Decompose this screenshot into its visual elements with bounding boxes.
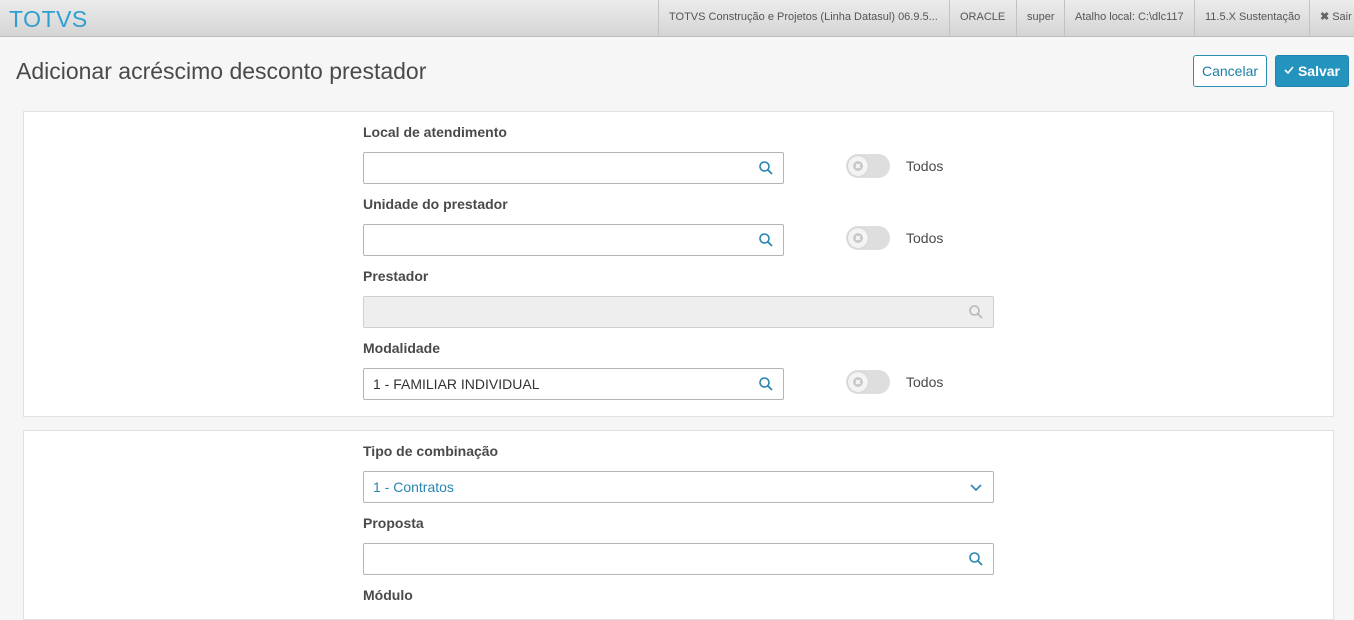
tipo-value: 1 - Contratos xyxy=(373,479,454,495)
exit-label: Sair xyxy=(1332,11,1352,23)
modalidade-value: 1 - FAMILIAR INDIVIDUAL xyxy=(373,376,540,392)
save-label: Salvar xyxy=(1297,63,1341,79)
proposta-input[interactable] xyxy=(363,543,994,575)
x-icon xyxy=(848,156,868,176)
search-icon[interactable] xyxy=(968,551,984,567)
local-input[interactable] xyxy=(363,152,784,184)
search-icon[interactable] xyxy=(758,376,774,392)
modalidade-todos-toggle[interactable] xyxy=(846,370,890,394)
prestador-input xyxy=(363,296,994,328)
tipo-label: Tipo de combinação xyxy=(363,443,499,459)
tipo-select[interactable]: 1 - Contratos xyxy=(363,471,994,503)
unidade-todos-toggle[interactable] xyxy=(846,226,890,250)
search-icon[interactable] xyxy=(758,160,774,176)
x-icon xyxy=(848,372,868,392)
cancel-button[interactable]: Cancelar xyxy=(1193,55,1267,87)
search-icon xyxy=(968,304,984,320)
page-title: Adicionar acréscimo desconto prestador xyxy=(16,58,427,84)
modalidade-todos-label: Todos xyxy=(906,374,944,390)
modalidade-label: Modalidade xyxy=(363,340,441,356)
local-label: Local de atendimento xyxy=(363,124,507,140)
unidade-input[interactable] xyxy=(363,224,784,256)
proposta-label: Proposta xyxy=(363,515,424,531)
close-icon: ✖ xyxy=(1320,11,1330,23)
unidade-label: Unidade do prestador xyxy=(363,196,508,212)
local-todos-toggle[interactable] xyxy=(846,154,890,178)
totvs-logo: TOTVS xyxy=(9,6,88,32)
user-info[interactable]: super xyxy=(1016,0,1064,36)
product-info: TOTVS Construção e Projetos (Linha Datas… xyxy=(658,0,949,36)
cancel-label: Cancelar xyxy=(1201,63,1259,79)
local-todos-label: Todos xyxy=(906,158,944,174)
top-bar: TOTVS TOTVS Construção e Projetos (Linha… xyxy=(0,0,1354,37)
x-icon xyxy=(848,228,868,248)
prestador-label: Prestador xyxy=(363,268,429,284)
exit-button[interactable]: ✖ Sair xyxy=(1309,0,1354,36)
shortcut-info: Atalho local: C:\dlc117 xyxy=(1064,0,1194,36)
modalidade-input[interactable]: 1 - FAMILIAR INDIVIDUAL xyxy=(363,368,784,400)
database-info: ORACLE xyxy=(949,0,1016,36)
check-icon xyxy=(1284,64,1294,78)
search-icon[interactable] xyxy=(758,232,774,248)
unidade-todos-label: Todos xyxy=(906,230,944,246)
combination-panel xyxy=(23,430,1334,620)
chevron-down-icon[interactable] xyxy=(968,479,984,495)
version-info: 11.5.X Sustentação xyxy=(1194,0,1309,36)
save-button[interactable]: Salvar xyxy=(1275,55,1349,87)
modulo-label: Módulo xyxy=(363,587,413,603)
